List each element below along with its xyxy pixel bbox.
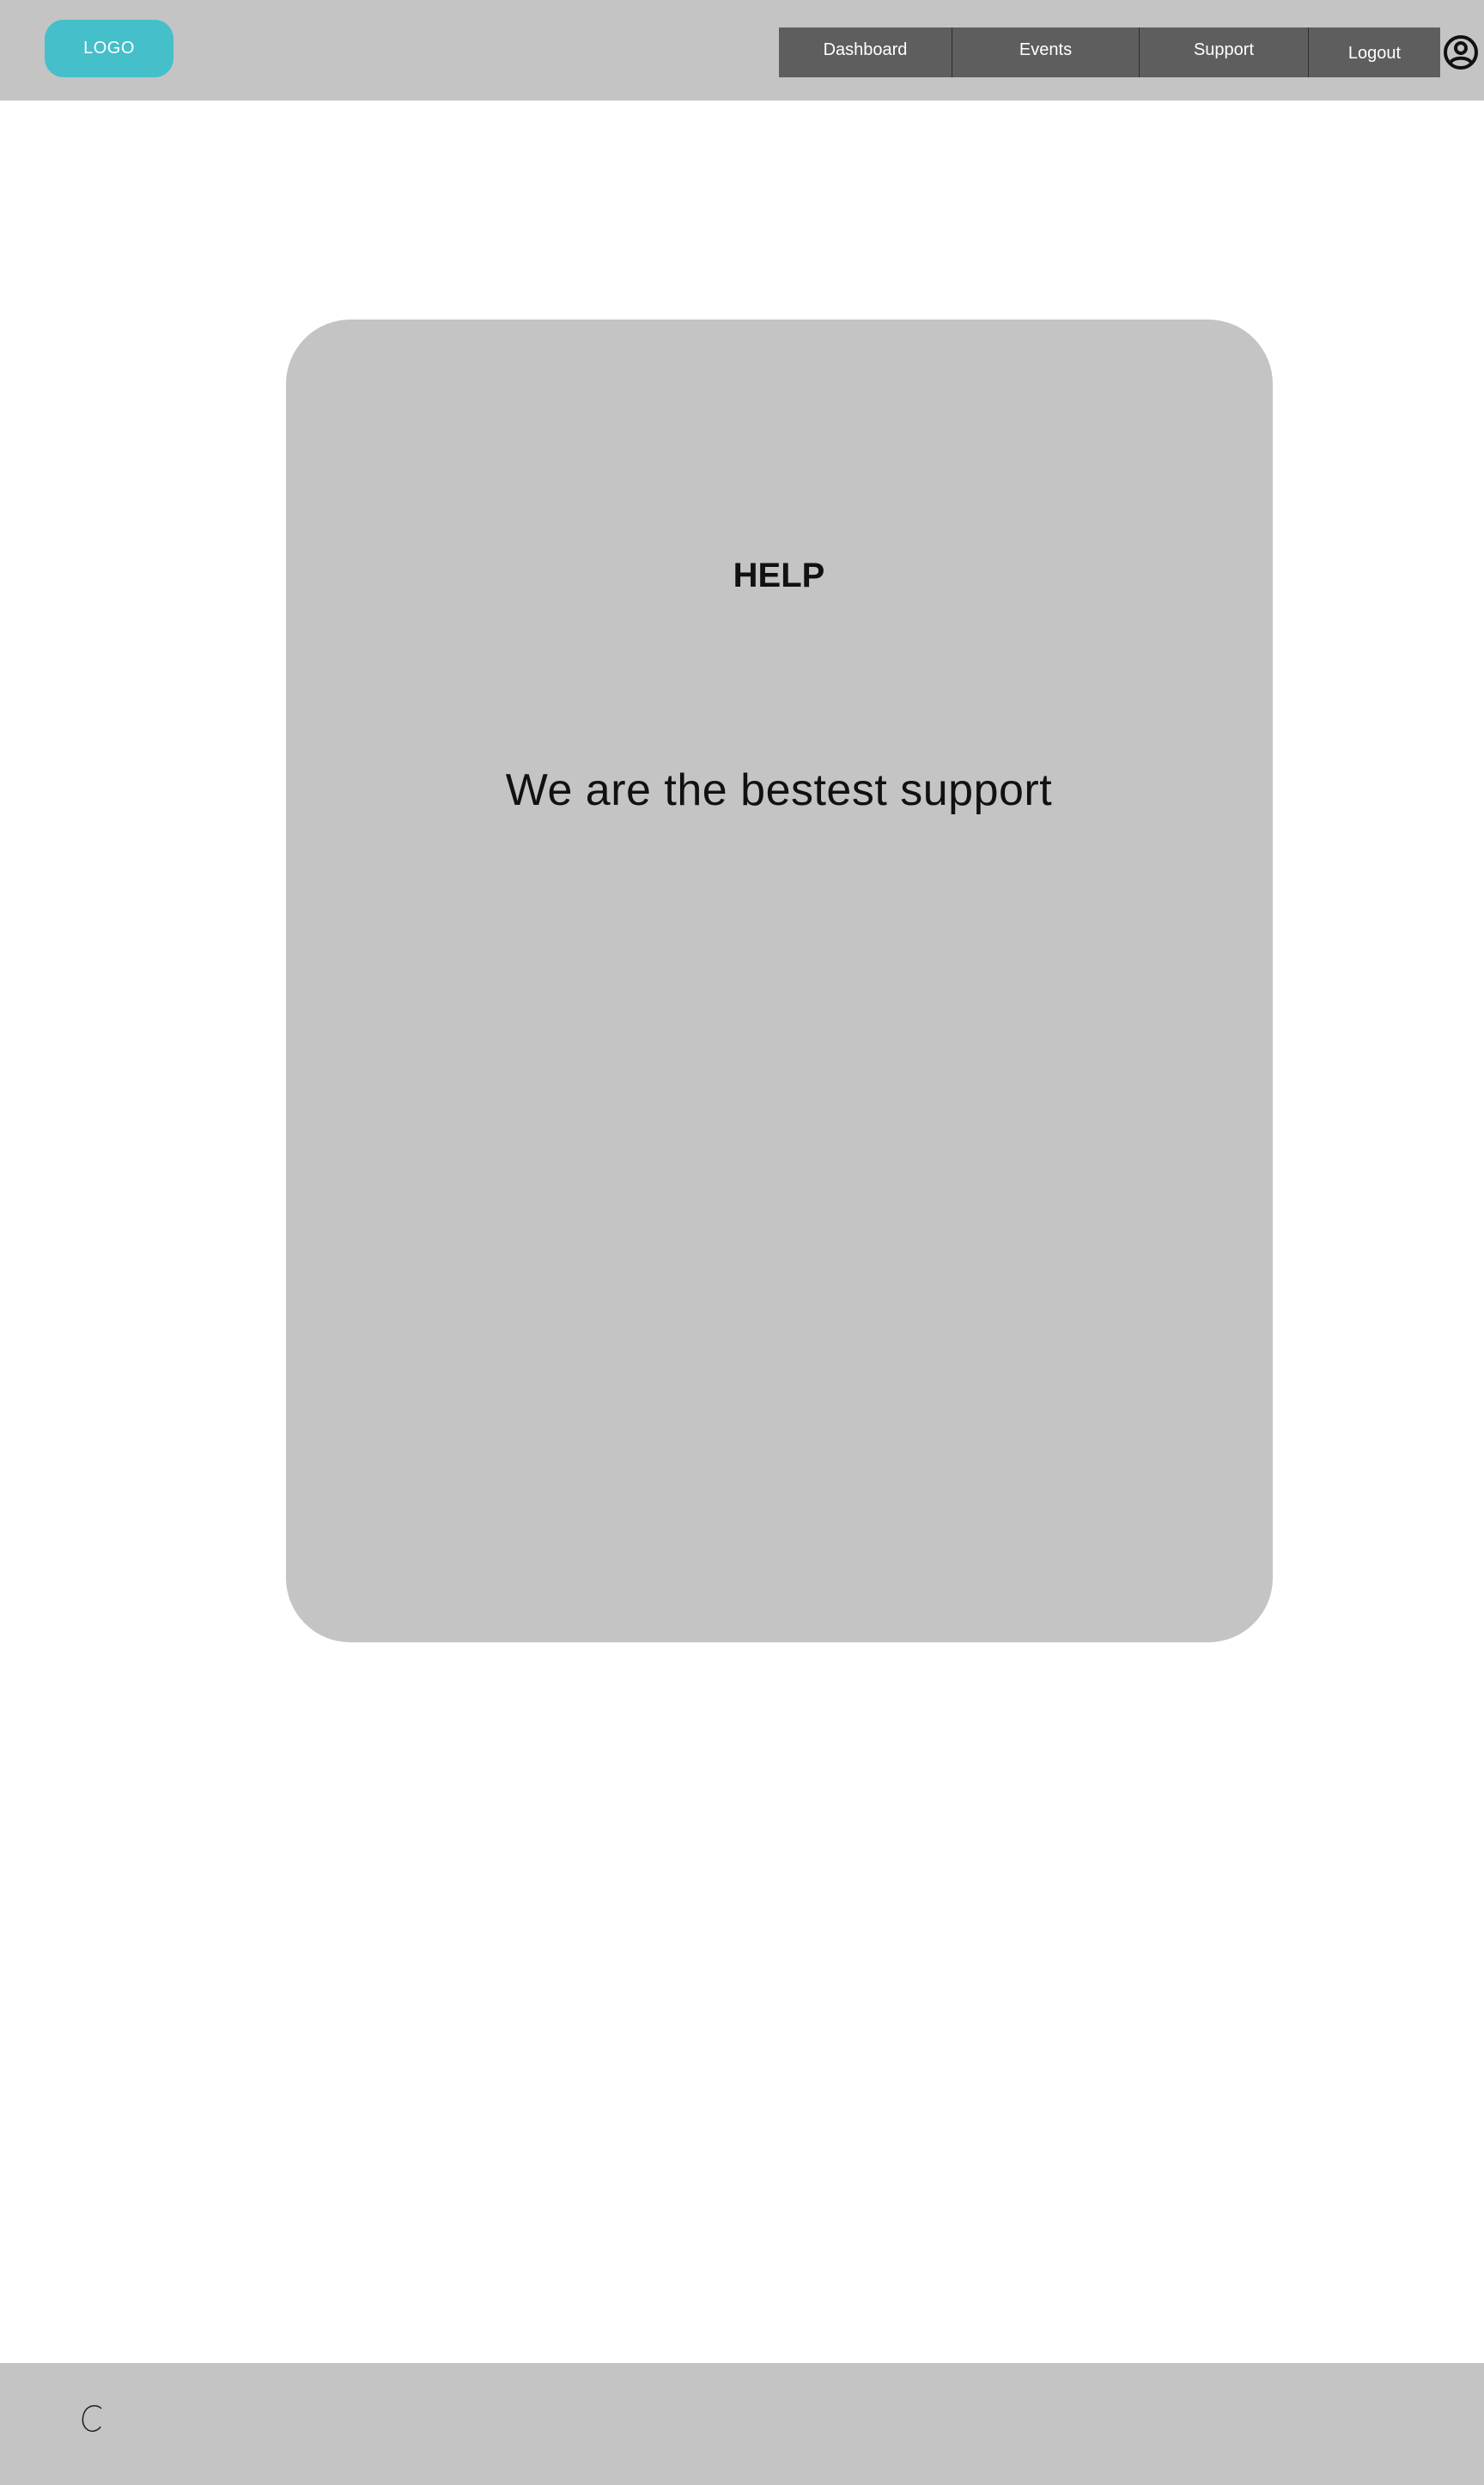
nav-support[interactable]: Support	[1140, 27, 1309, 77]
header: LOGO Dashboard Events Support Logout	[0, 0, 1484, 100]
footer	[0, 2363, 1484, 2485]
page: LOGO Dashboard Events Support Logout HEL…	[0, 0, 1484, 2485]
main-nav: Dashboard Events Support Logout	[779, 27, 1440, 77]
logo-label: LOGO	[83, 39, 135, 58]
nav-dashboard-label: Dashboard	[823, 40, 908, 59]
nav-events-label: Events	[1019, 40, 1073, 59]
help-card	[286, 320, 1273, 1642]
nav-logout[interactable]: Logout	[1309, 27, 1440, 77]
nav-dashboard[interactable]: Dashboard	[779, 27, 952, 77]
help-text: We are the bestest support	[505, 765, 1053, 815]
account-circle-icon[interactable]	[1443, 34, 1479, 70]
copyright-icon	[82, 2404, 102, 2433]
nav-support-label: Support	[1193, 40, 1255, 59]
logo-button[interactable]: LOGO	[45, 20, 173, 77]
nav-logout-label: Logout	[1347, 44, 1402, 63]
nav-events[interactable]: Events	[952, 27, 1140, 77]
help-title: HELP	[733, 557, 825, 594]
